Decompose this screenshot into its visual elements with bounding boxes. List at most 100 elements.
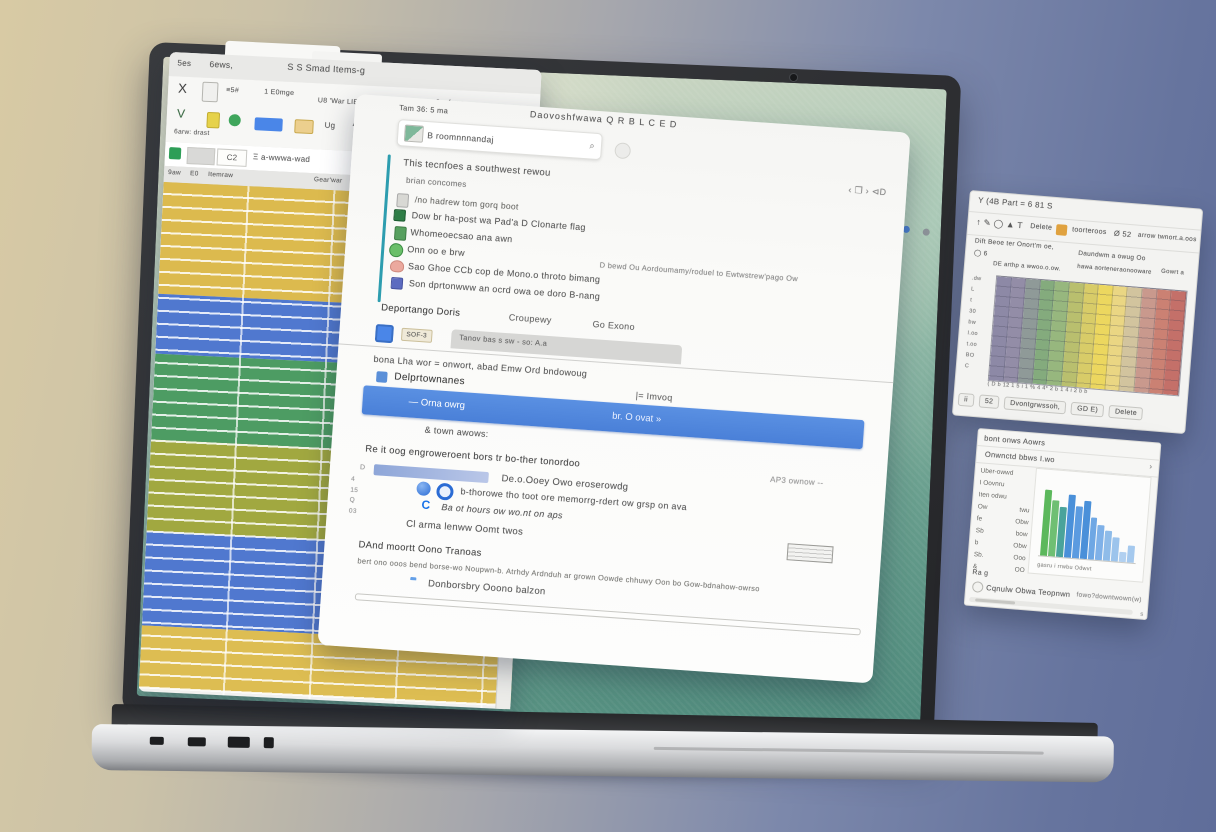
search-box[interactable]: B roomnnnandaj ⌕ [396, 119, 602, 160]
dialog-intro-subline: brian concomes [406, 176, 467, 189]
option-line[interactable]: Ba ot hours ow wo.nt on aps [441, 502, 563, 520]
option-label: Daundwm a owug Oo [1078, 250, 1146, 262]
col-header[interactable]: E0 [190, 170, 199, 177]
list-item[interactable]: Onn oo e brw [407, 244, 465, 258]
dialog-tab-general[interactable]: Deportango Doris [381, 302, 461, 319]
scene: 5es 6ews, S S Smad Items-g X ≡5# 1 E0mge… [0, 0, 1216, 832]
option-label: Gowrt a [1161, 269, 1185, 277]
col-header[interactable]: Gear'war [314, 176, 343, 184]
chart-note: Ra g [972, 569, 989, 577]
chevron-right-icon[interactable]: › [1149, 462, 1153, 471]
paragraph-text: bert ono ooos bend borse-wo Noupwn-b. At… [357, 556, 760, 593]
ribbon-label: Ug [324, 121, 335, 131]
blue-button-icon[interactable] [254, 117, 283, 131]
browser-icon: C [421, 498, 431, 513]
tab-file[interactable]: 5es [177, 58, 191, 68]
search-clear-button[interactable] [614, 142, 631, 159]
green-circle-icon[interactable] [228, 114, 241, 127]
radio-option[interactable]: ◯ 6 [974, 249, 988, 258]
option-label: DE arthp a wwoo.o.ow. [993, 261, 1061, 272]
tab-items[interactable]: S S Smad Items-g [287, 62, 365, 76]
heatmap-panel: Y (4B Part = 6 81 S ↑ ✎ ◯ ▲ T Delete too… [952, 190, 1203, 434]
formula-input[interactable]: Ξ a-wwwa-wad [253, 152, 311, 164]
orange-badge-icon [1056, 224, 1068, 236]
scrollbar-thumb[interactable] [975, 598, 1015, 604]
dialog-window-controls[interactable]: ‹ ❐ › ⊲D [848, 185, 887, 199]
toolbar-icons[interactable]: ↑ ✎ ◯ ▲ T [976, 217, 1023, 232]
ribbon-label: 1 E0mge [264, 89, 294, 97]
chart-footer-right: fowo?downtwown(w) [1076, 591, 1142, 603]
trash-icon [394, 226, 407, 241]
folder-icon[interactable] [294, 119, 314, 134]
port-icon [188, 737, 206, 746]
panel-footer-button[interactable]: 52 [978, 394, 999, 409]
selected-row-value: br. O ovat » [612, 411, 662, 425]
panel-footer-button[interactable]: GD E) [1071, 401, 1105, 417]
heatmap-grid[interactable] [988, 275, 1188, 396]
list-item[interactable]: Whomeoecsao ana awn [410, 227, 513, 244]
progress-prefix: D [360, 464, 366, 471]
sheet-icon [169, 147, 182, 160]
chart-panel: bont onws Aowrs Onwnctd bbws I.wo › Uber… [964, 428, 1162, 620]
panel-title-row: Y (4B Part = 6 81 S [978, 196, 1053, 211]
col-header[interactable]: 9aw [168, 169, 181, 177]
row-label[interactable]: Delprtownanes [394, 371, 465, 387]
desktop-dot-icon[interactable] [940, 231, 946, 238]
dialog-tab-options[interactable]: Go Exono [592, 319, 635, 332]
spinner-row-label[interactable]: Cl arma lenww Oomt twos [406, 519, 524, 538]
layer-row-label[interactable]: Onwnctd bbws I.wo [985, 450, 1056, 465]
row-right-label: |= Imvoq [635, 390, 673, 403]
selected-row[interactable]: — Orna owrg br. O ovat » [362, 385, 865, 449]
props-list: Uber-owwdI OovnruIten odwuOwtwufeObwSbbo… [972, 465, 1032, 577]
toolbar-label: toorteroos [1072, 226, 1107, 236]
spinner-box[interactable] [787, 543, 834, 563]
toolbar-badge[interactable]: SOF-3 [401, 328, 432, 343]
desktop-dot-icon[interactable] [923, 229, 930, 236]
folder-row-label[interactable]: Donborsbry Ooono balzon [428, 578, 546, 597]
progress-track [355, 593, 861, 635]
heatmap-axis-labels: .dw L t 30 bw I.oo t.oo BO C [964, 273, 982, 373]
search-icon[interactable]: ⌕ [589, 140, 595, 151]
mode-box[interactable] [187, 147, 216, 165]
cut-icon[interactable]: X [178, 80, 188, 95]
paste-icon[interactable] [202, 82, 219, 103]
webcam-icon [789, 73, 798, 82]
panel-footer: ii52 Dvontgrwssoh,GD E)Delete [957, 389, 1182, 427]
port-icon [264, 737, 274, 748]
delete-button[interactable]: Delete [1030, 223, 1053, 232]
scrollbar-label: s [1140, 612, 1144, 618]
dialog-window: Tam 36: 5 ma Daovoshfwawa Q R B L C E D … [317, 94, 910, 683]
radio-icon[interactable] [972, 581, 984, 593]
dialog-titlebar-left: Tam 36: 5 ma [399, 103, 449, 115]
panel-footer-button[interactable]: Delete [1108, 404, 1143, 420]
search-input[interactable]: B roomnnnandaj [427, 130, 494, 145]
ribbon-group-labels: 6arw: drast [174, 128, 210, 137]
panel-footer-button[interactable]: Dvontgrwssoh, [1004, 396, 1067, 414]
app-thumbnail-icon [404, 124, 424, 142]
ribbon-label: ≡5# [226, 87, 239, 95]
dialog-tab-groups[interactable]: Croupewy [508, 312, 552, 325]
app-grid-icon [390, 277, 403, 290]
mini-chart: gasru i rrwbu Odwvt [1027, 468, 1151, 583]
chart-x-labels: gasru i rrwbu Odwvt [1037, 562, 1092, 572]
chart-footer-left[interactable]: Cqnulw Obwa Teopnwn [986, 583, 1071, 599]
ring-icon [436, 483, 454, 501]
col-header[interactable]: Itemraw [208, 171, 234, 179]
tab-home[interactable]: 6ews, [209, 59, 233, 70]
list-item[interactable]: /no hadrew tom gorq boot [414, 194, 519, 211]
port-icon [228, 737, 250, 748]
blue-grid-icon[interactable] [375, 324, 394, 343]
section-right-label: AP3 ownow -- [770, 475, 824, 488]
progress-bar [373, 464, 488, 483]
sub-row-label[interactable]: & town awows: [424, 425, 488, 439]
toolbar-mid[interactable]: Ø 52 [1114, 229, 1132, 239]
name-box[interactable]: C2 [217, 148, 248, 166]
document-icon [396, 193, 409, 208]
mini-chart-bars [1040, 484, 1139, 563]
margin-markers: 4 15 Q 03 [349, 475, 360, 517]
chart-bar [1127, 545, 1135, 563]
option-label: hawa aorteneraonooware [1077, 264, 1152, 276]
panel-footer-button[interactable]: ii [958, 392, 975, 406]
checkmark-icon[interactable]: V [177, 106, 186, 120]
yellow-style-icon[interactable] [206, 112, 220, 129]
